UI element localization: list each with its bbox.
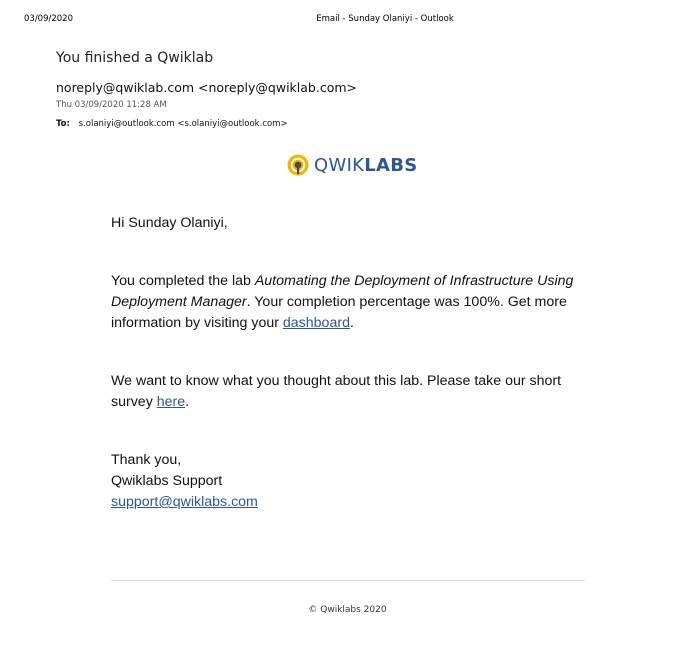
recipient-address[interactable]: s.olaniyi@outlook.com <s.olaniyi@outlook…	[79, 119, 288, 129]
to-label: To:	[56, 119, 70, 129]
completion-text-end: .	[349, 315, 354, 331]
email-recipient-line: To: s.olaniyi@outlook.com <s.olaniyi@out…	[56, 119, 288, 129]
logo-text-light: QWIK	[314, 154, 365, 176]
qwiklabs-logo-icon	[287, 154, 309, 176]
completion-paragraph: You completed the lab Automating the Dep…	[111, 271, 581, 334]
email-sent-date: Thu 03/09/2020 11:28 AM	[56, 100, 167, 110]
logo-wordmark: QWIKLABS	[314, 155, 418, 176]
survey-paragraph: We want to know what you thought about t…	[111, 371, 581, 413]
email-subject: You finished a Qwiklab	[56, 50, 214, 66]
logo-text-bold: LABS	[364, 154, 418, 176]
signoff-thanks: Thank you,	[111, 452, 182, 468]
greeting: Hi Sunday Olaniyi,	[111, 215, 228, 231]
print-title: Email - Sunday Olaniyi - Outlook	[316, 14, 454, 24]
dashboard-link[interactable]: dashboard	[283, 315, 350, 331]
print-header: 03/09/2020 Email - Sunday Olaniyi - Outl…	[0, 14, 690, 26]
signoff: Thank you, Qwiklabs Support support@qwik…	[111, 450, 581, 513]
survey-link[interactable]: here	[157, 394, 185, 410]
completion-text-start: You completed the lab	[111, 273, 255, 289]
footer-divider	[111, 580, 585, 581]
footer-copyright: © Qwiklabs 2020	[308, 605, 387, 615]
email-sender[interactable]: noreply@qwiklab.com <noreply@qwiklab.com…	[56, 80, 357, 95]
signoff-name: Qwiklabs Support	[111, 473, 223, 489]
qwiklabs-logo: QWIKLABS	[286, 151, 418, 179]
support-email-link[interactable]: support@qwiklabs.com	[111, 494, 258, 510]
survey-text-end: .	[185, 394, 190, 410]
